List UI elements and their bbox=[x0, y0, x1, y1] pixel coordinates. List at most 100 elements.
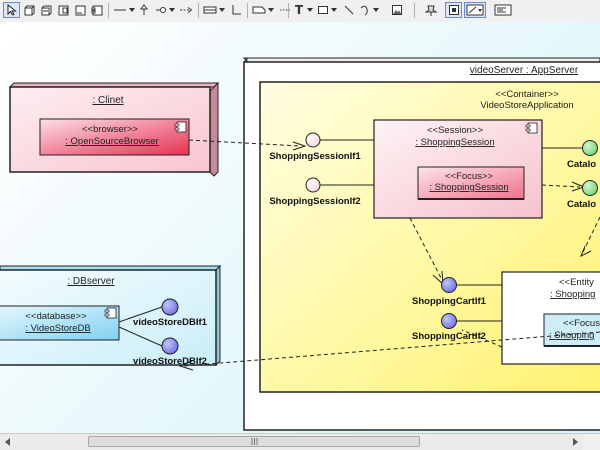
text-dropdown[interactable] bbox=[306, 2, 314, 18]
note-tool[interactable] bbox=[251, 2, 267, 18]
note-anchor-tool[interactable] bbox=[278, 2, 292, 18]
artifact-icon bbox=[91, 5, 103, 16]
arrow-left-icon bbox=[5, 438, 10, 446]
scroll-grip-icon bbox=[251, 438, 258, 445]
client-node-name: : Clinet bbox=[92, 95, 123, 106]
component-instance-icon bbox=[75, 5, 86, 16]
db-server-node-name: : DBserver bbox=[67, 276, 115, 287]
component-instance-tool[interactable] bbox=[73, 2, 87, 18]
note-icon bbox=[252, 6, 266, 14]
toolbar-separator bbox=[414, 3, 415, 18]
generalization-tool[interactable] bbox=[138, 2, 150, 18]
frame-dropdown[interactable] bbox=[218, 2, 226, 18]
toolbar-separator bbox=[288, 3, 289, 18]
toolbar-separator bbox=[108, 3, 109, 18]
curve-tool[interactable] bbox=[358, 2, 372, 18]
association-tool[interactable] bbox=[112, 2, 128, 18]
rectangle-tool[interactable] bbox=[316, 2, 330, 18]
image-tool[interactable] bbox=[390, 2, 404, 18]
node-instance-tool[interactable] bbox=[39, 2, 53, 18]
line-style-selector[interactable] bbox=[464, 2, 486, 18]
pin-tool[interactable] bbox=[424, 2, 440, 18]
shopping-session-if1-label: ShoppingSessionIf1 bbox=[269, 151, 361, 162]
snap-to-grid-toggle[interactable] bbox=[445, 2, 462, 18]
catalog-2-label: Catalo bbox=[567, 199, 596, 210]
component-tool[interactable] bbox=[56, 2, 70, 18]
catalog-1-label: Catalo bbox=[567, 159, 596, 170]
video-server-node-name: videoServer : AppServer bbox=[470, 65, 579, 76]
association-dropdown[interactable] bbox=[128, 2, 136, 18]
dropdown-arrow-icon bbox=[169, 8, 175, 12]
scrollbar-thumb[interactable] bbox=[88, 436, 420, 447]
browser-artifact[interactable]: <<browser>> : OpenSourceBrowser bbox=[39, 118, 190, 156]
curve-icon bbox=[360, 5, 368, 16]
partition-tool[interactable] bbox=[229, 2, 243, 18]
dropdown-arrow-icon bbox=[307, 8, 313, 12]
database-name: : VideoStoreDB bbox=[25, 323, 90, 334]
node-instance-icon bbox=[41, 5, 52, 16]
dependency-tool[interactable] bbox=[178, 2, 194, 18]
shopping-session-if2-label: ShoppingSessionIf2 bbox=[269, 196, 360, 207]
dropdown-arrow-icon bbox=[331, 8, 337, 12]
pin-icon bbox=[425, 5, 438, 16]
note-anchor-icon bbox=[280, 9, 290, 11]
scroll-right-button[interactable] bbox=[568, 435, 582, 449]
image-icon bbox=[392, 5, 402, 15]
session-name: : ShoppingSession bbox=[415, 137, 494, 148]
focus-session-class[interactable]: <<Focus>> : ShoppingSession bbox=[417, 166, 525, 200]
component-icon bbox=[104, 307, 117, 319]
interface-lollipop-tool[interactable] bbox=[154, 2, 168, 18]
database-artifact[interactable]: <<database>> : VideoStoreDB bbox=[0, 305, 120, 341]
horizontal-scrollbar[interactable] bbox=[0, 433, 600, 450]
generalization-arrow-icon bbox=[140, 4, 148, 15]
node-tool[interactable] bbox=[22, 2, 36, 18]
diagonal-line-icon bbox=[344, 5, 354, 15]
node-icon bbox=[24, 5, 35, 16]
note-dropdown[interactable] bbox=[267, 2, 275, 18]
container-stereotype: <<Container>> bbox=[495, 89, 559, 100]
grid-snap-icon bbox=[448, 5, 459, 15]
dependency-arrow-icon bbox=[180, 7, 193, 13]
focus-entity-class[interactable]: <<Focus : Shopping bbox=[543, 313, 600, 347]
scrollbar-corner bbox=[583, 434, 600, 450]
deployment-diagram: : Clinet <<browser>> : OpenSourceBrowser… bbox=[0, 57, 600, 431]
text-tool[interactable]: T bbox=[292, 2, 306, 18]
component-icon bbox=[174, 121, 187, 133]
align-distribute-tool[interactable] bbox=[492, 2, 514, 18]
focus-entity-stereotype: <<Focus bbox=[563, 318, 600, 329]
partition-icon bbox=[232, 5, 241, 15]
rectangle-icon bbox=[318, 6, 328, 14]
frame-tool[interactable] bbox=[202, 2, 218, 18]
shopping-cart-if2-label: ShoppingCartIf2 bbox=[412, 331, 486, 342]
association-line-icon bbox=[114, 9, 126, 11]
focus-session-name: : ShoppingSession bbox=[429, 182, 508, 193]
session-stereotype: <<Session>> bbox=[427, 125, 483, 136]
arrow-right-icon bbox=[573, 438, 578, 446]
video-store-db-if1-label: videoStoreDBIf1 bbox=[133, 317, 208, 328]
curve-dropdown[interactable] bbox=[372, 2, 380, 18]
focus-session-stereotype: <<Focus>> bbox=[445, 171, 494, 182]
entity-stereotype: <<Entity bbox=[559, 277, 594, 288]
container-name: VideoStoreApplication bbox=[480, 100, 573, 111]
pointer-icon bbox=[7, 4, 17, 16]
entity-name: : Shopping bbox=[550, 289, 595, 300]
shopping-cart-if1-label: ShoppingCartIf1 bbox=[412, 296, 487, 307]
database-stereotype: <<database>> bbox=[25, 311, 87, 322]
interface-dropdown[interactable] bbox=[168, 2, 176, 18]
component-icon bbox=[58, 5, 69, 16]
diagram-canvas[interactable]: : Clinet <<browser>> : OpenSourceBrowser… bbox=[0, 22, 600, 433]
artifact-tool[interactable] bbox=[90, 2, 104, 18]
select-pointer-tool[interactable] bbox=[3, 2, 20, 18]
line-tool[interactable] bbox=[342, 2, 356, 18]
dropdown-arrow-icon bbox=[373, 8, 379, 12]
toolbar-separator bbox=[198, 3, 199, 18]
line-style-icon bbox=[466, 4, 484, 16]
browser-name: : OpenSourceBrowser bbox=[65, 136, 158, 147]
frame-icon bbox=[203, 6, 217, 14]
dropdown-arrow-icon bbox=[129, 8, 135, 12]
scroll-left-button[interactable] bbox=[1, 435, 15, 449]
component-icon bbox=[525, 122, 538, 134]
video-store-db-if2-label: videoStoreDBIf2 bbox=[133, 356, 207, 367]
dropdown-arrow-icon bbox=[219, 8, 225, 12]
shape-dropdown[interactable] bbox=[330, 2, 338, 18]
